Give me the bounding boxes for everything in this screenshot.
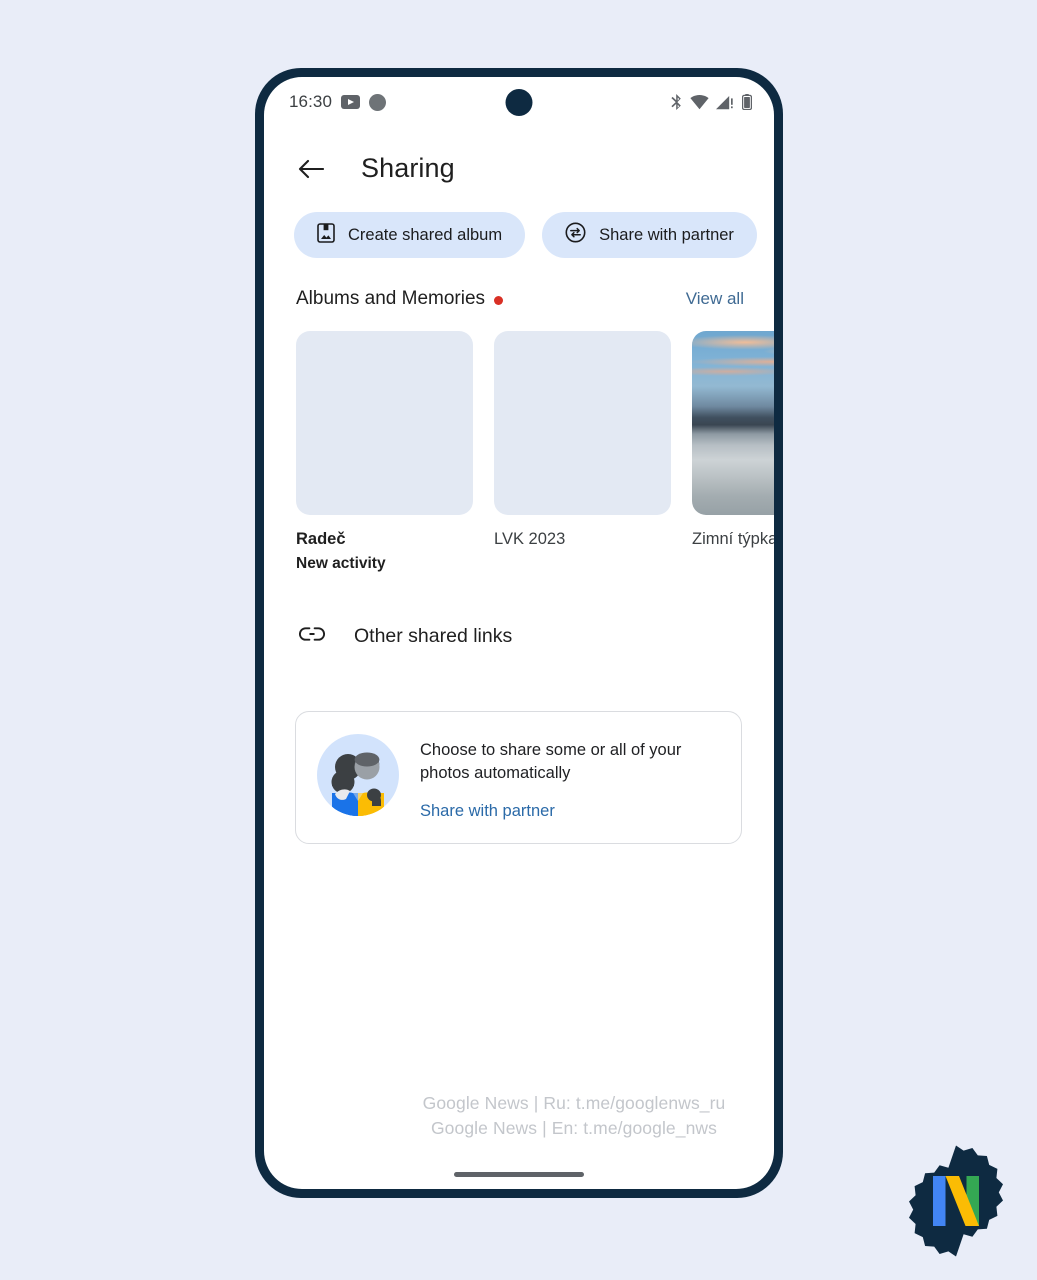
partner-card-share-link[interactable]: Share with partner (420, 802, 710, 821)
albums-section-header: Albums and Memories View all (264, 258, 774, 310)
app-bar: Sharing (264, 127, 774, 184)
phone-frame: 16:30 Sharing Create shared album Share … (255, 68, 783, 1198)
album-thumbnail (692, 331, 774, 515)
album-title: LVK 2023 (494, 530, 566, 548)
album-card[interactable]: Zimní týpka (692, 331, 774, 573)
watermark-line-en: Google News | En: t.me/google_nws (430, 1117, 718, 1138)
share-with-partner-chip-label: Share with partner (599, 225, 734, 244)
notification-dot-icon (369, 93, 387, 111)
wifi-icon (690, 94, 709, 110)
phone-screen: 16:30 Sharing Create shared album Share … (264, 77, 774, 1189)
partner-sharing-card[interactable]: Choose to share some or all of your phot… (295, 711, 742, 844)
home-gesture-indicator[interactable] (454, 1172, 584, 1177)
youtube-icon (341, 95, 361, 109)
album-title: Radeč (296, 530, 346, 548)
album-thumbnail (494, 331, 671, 515)
link-icon (298, 626, 326, 647)
albums-section-title: Albums and Memories (296, 288, 486, 309)
cellular-signal-icon (716, 95, 735, 110)
partner-card-description: Choose to share some or all of your phot… (420, 741, 682, 782)
other-shared-links-row[interactable]: Other shared links (264, 573, 774, 648)
action-chip-row: Create shared album Share with partner (264, 184, 774, 258)
battery-icon (742, 94, 752, 110)
status-bar-left-group: 16:30 (289, 92, 387, 112)
front-camera-punch-hole (505, 89, 533, 116)
status-bar: 16:30 (264, 77, 774, 127)
create-shared-album-label: Create shared album (348, 225, 503, 244)
swap-circle-icon (565, 222, 586, 248)
watermark: Google News | Ru: t.me/googlenws_ru Goog… (264, 1091, 774, 1141)
album-thumbnail (296, 331, 473, 515)
album-card[interactable]: LVK 2023 (494, 331, 671, 573)
watermark-line-ru: Google News | Ru: t.me/googlenws_ru (422, 1092, 726, 1113)
other-shared-links-label: Other shared links (354, 625, 513, 647)
page-title: Sharing (361, 153, 455, 183)
album-title: Zimní týpka (692, 530, 774, 548)
album-card[interactable]: Radeč New activity (296, 331, 473, 573)
back-button[interactable] (297, 155, 325, 183)
status-bar-clock: 16:30 (289, 92, 333, 111)
new-activity-badge-dot (494, 295, 504, 305)
bluetooth-icon (670, 93, 683, 111)
status-bar-right-group (670, 93, 752, 111)
partner-card-text-column: Choose to share some or all of your phot… (420, 734, 710, 821)
share-with-partner-chip[interactable]: Share with partner (542, 212, 757, 258)
albums-carousel[interactable]: Radeč New activity LVK 2023 Zimní týpka (264, 310, 774, 573)
two-people-illustration (317, 734, 399, 816)
create-shared-album-button[interactable]: Create shared album (294, 212, 526, 258)
album-subtitle: New activity (296, 555, 386, 572)
album-book-icon (317, 222, 335, 248)
view-all-link[interactable]: View all (686, 289, 744, 309)
news-badge-logo: N (898, 1143, 1014, 1259)
